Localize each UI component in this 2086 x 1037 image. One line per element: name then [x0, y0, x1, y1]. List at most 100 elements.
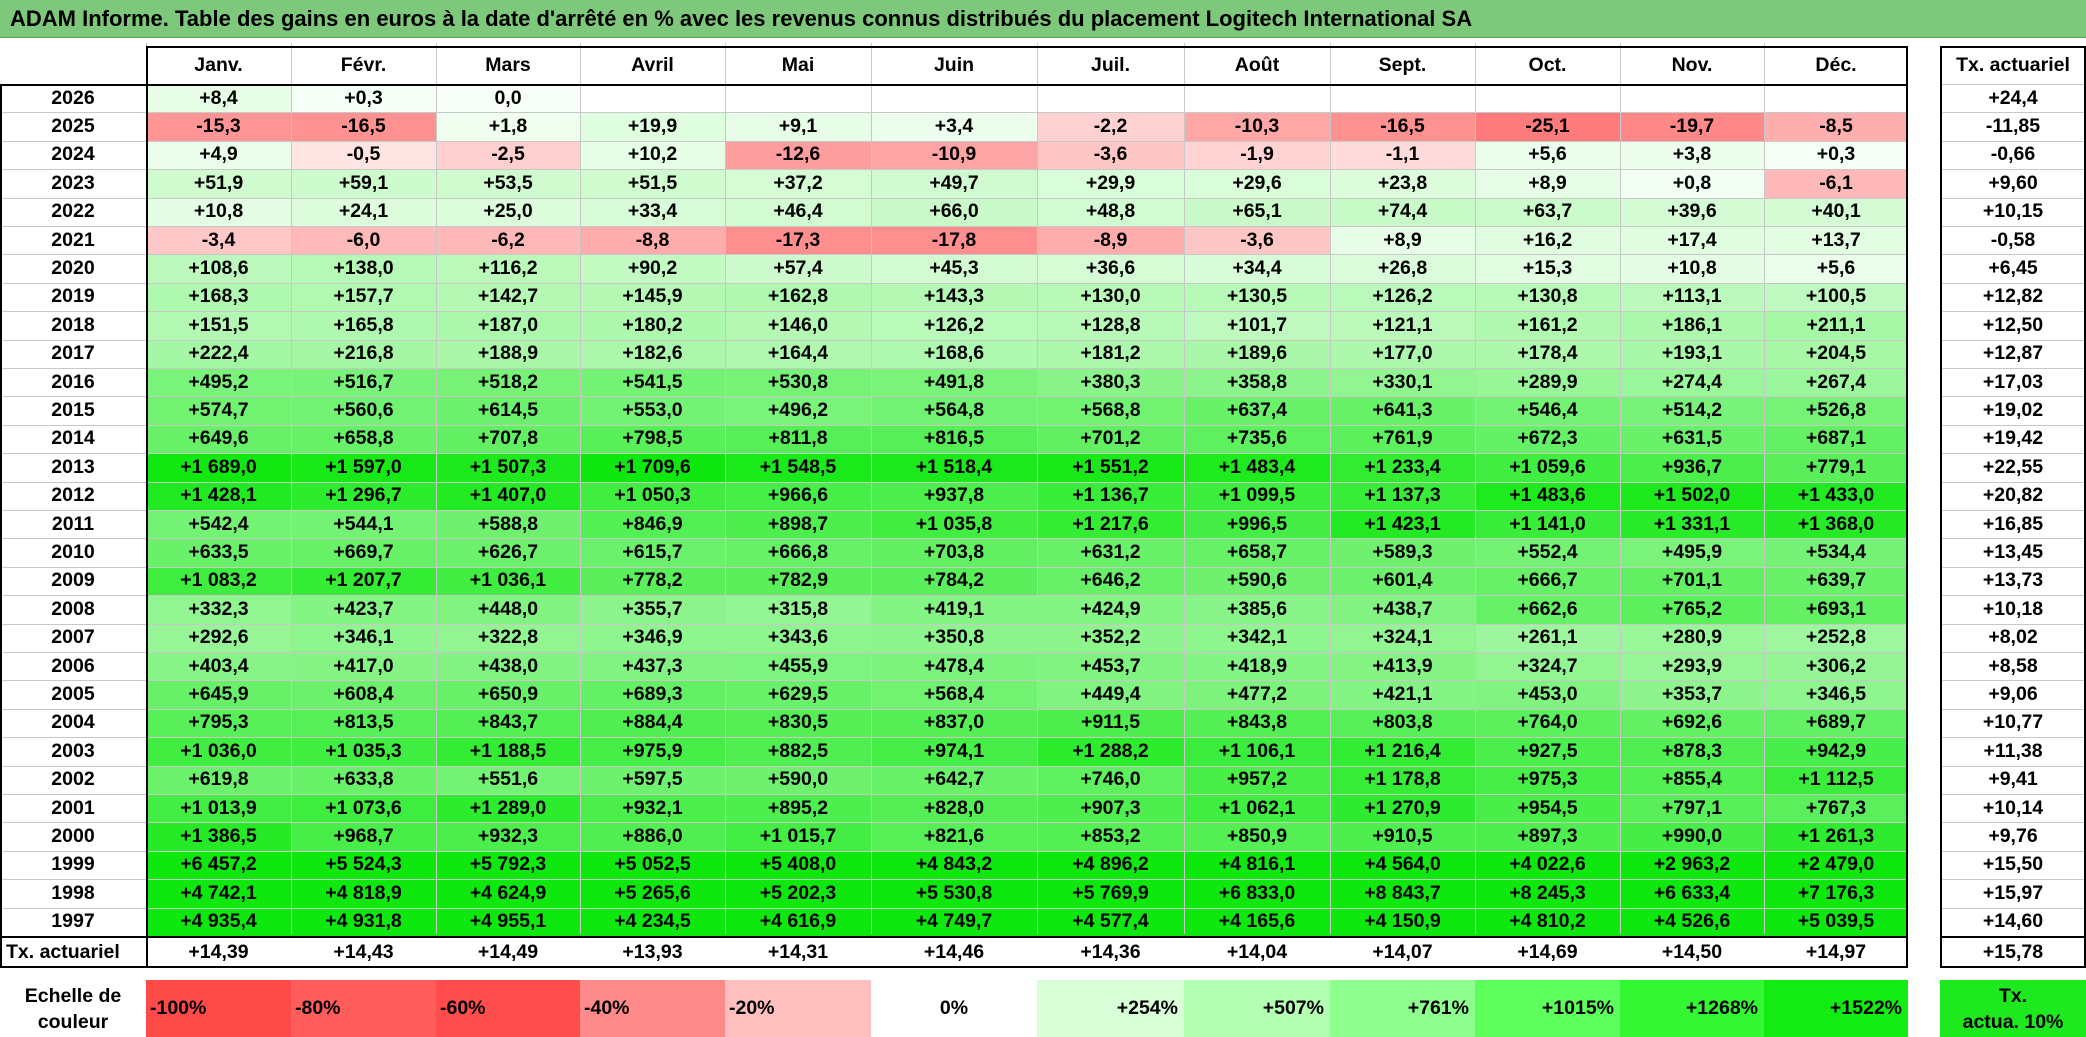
table-cell: +1 331,1 [1620, 510, 1764, 539]
table-cell: +1 217,6 [1037, 510, 1184, 539]
table-cell: +48,8 [1037, 197, 1184, 226]
table-cell: +495,9 [1620, 538, 1764, 567]
table-cell: +495,2 [146, 368, 291, 397]
table-cell: +100,5 [1764, 282, 1908, 312]
table-cell: +3,8 [1620, 140, 1764, 170]
table-cell: +553,0 [580, 396, 725, 425]
table-cell: +932,3 [436, 822, 580, 851]
table-cell: +162,8 [725, 282, 871, 312]
table-cell: +9,1 [725, 112, 871, 141]
table-cell: +882,5 [725, 737, 871, 766]
table-cell: +658,8 [291, 424, 436, 454]
grid-line [1940, 424, 2086, 426]
table-cell: +830,5 [725, 708, 871, 738]
table-cell: +419,1 [871, 595, 1037, 624]
table-cell: +24,1 [291, 197, 436, 226]
table-cell: +438,7 [1330, 595, 1475, 624]
table-cell: +797,1 [1620, 794, 1764, 823]
rate-cell: +12,50 [1982, 313, 2044, 336]
footer-cell: +14,07 [1372, 940, 1433, 963]
grid-line [1940, 538, 2086, 540]
year-label: 2018 [51, 313, 95, 336]
table-cell: +5,6 [1475, 140, 1620, 170]
table-cell: +646,2 [1037, 566, 1184, 596]
table-cell: +1 502,0 [1620, 481, 1764, 510]
table-cell: +437,3 [580, 652, 725, 681]
table-cell: +942,9 [1764, 737, 1908, 766]
table-cell: +1 216,4 [1330, 737, 1475, 766]
grid-line [0, 311, 1908, 313]
color-scale-label: Echelle de couleur [0, 980, 146, 1037]
table-cell: +1 289,0 [436, 794, 580, 823]
table-cell [580, 84, 725, 113]
table-cell: +735,6 [1184, 424, 1330, 454]
table-cell: +4 234,5 [580, 907, 725, 936]
table-cell: +911,5 [1037, 708, 1184, 738]
grid-line [0, 737, 1908, 739]
year-label: 2006 [51, 654, 95, 677]
table-cell: +332,3 [146, 595, 291, 624]
table-cell: +8,9 [1475, 169, 1620, 198]
color-scale-step: +1015% [1475, 980, 1620, 1037]
table-cell: +181,2 [1037, 339, 1184, 368]
grid-line [0, 907, 1908, 909]
table-cell: +910,5 [1330, 822, 1475, 851]
table-cell: +116,2 [436, 254, 580, 283]
month-header: Janv. [194, 53, 243, 76]
table-cell: +518,2 [436, 368, 580, 397]
grid-line [0, 680, 1908, 682]
table-cell: +130,5 [1184, 282, 1330, 312]
table-cell: +0,3 [291, 84, 436, 113]
grid-line [725, 43, 726, 934]
grid-line [1940, 282, 2086, 284]
year-label: 2013 [51, 455, 95, 478]
color-scale-step: -80% [291, 980, 436, 1037]
table-cell: +5 530,8 [871, 879, 1037, 908]
table-cell: +4 843,2 [871, 850, 1037, 880]
table-cell: +1 035,8 [871, 510, 1037, 539]
table-cell: +8 843,7 [1330, 879, 1475, 908]
table-cell: +803,8 [1330, 708, 1475, 738]
table-cell: +29,6 [1184, 169, 1330, 198]
color-scale-step: -60% [436, 980, 580, 1037]
table-cell: +17,4 [1620, 226, 1764, 255]
table-cell: +418,9 [1184, 652, 1330, 681]
table-cell: +1 036,1 [436, 566, 580, 596]
table-cell: +293,9 [1620, 652, 1764, 681]
table-cell: +1 015,7 [725, 822, 871, 851]
table-cell: +23,8 [1330, 169, 1475, 198]
table-cell: +128,8 [1037, 311, 1184, 340]
grid-line [0, 84, 1908, 85]
table-cell: +1 689,0 [146, 453, 291, 482]
table-cell: +211,1 [1764, 311, 1908, 340]
year-label: 2000 [51, 825, 95, 848]
grid-line [0, 850, 1908, 852]
table-cell: +886,0 [580, 822, 725, 851]
table-cell: -3,6 [1184, 226, 1330, 255]
grid-line [1940, 510, 2086, 511]
table-cell: +182,6 [580, 339, 725, 368]
table-cell: +274,4 [1620, 368, 1764, 397]
table-cell: +1 483,4 [1184, 453, 1330, 482]
footer-cell: +14,31 [767, 940, 829, 963]
table-cell: +66,0 [871, 197, 1037, 226]
grid-line [1940, 311, 2086, 313]
table-cell: +178,4 [1475, 339, 1620, 368]
table-cell: +843,7 [436, 708, 580, 738]
grid-line [436, 43, 437, 934]
grid-line [1940, 254, 2086, 256]
table-cell: +4 165,6 [1184, 907, 1330, 936]
year-label: 2020 [51, 257, 95, 280]
table-cell: +4 526,6 [1620, 907, 1764, 936]
table-cell: +267,4 [1764, 368, 1908, 397]
footer-cell: +14,46 [923, 940, 985, 963]
grid-line [1940, 737, 2086, 739]
table-cell: +546,4 [1475, 396, 1620, 425]
table-cell: +421,1 [1330, 680, 1475, 709]
table-cell: +4 818,9 [291, 879, 436, 908]
table-cell: +74,4 [1330, 197, 1475, 226]
table-cell: +3,4 [871, 112, 1037, 141]
grid-line [1940, 652, 2086, 653]
grid-line [0, 879, 1908, 881]
table-cell: +828,0 [871, 794, 1037, 823]
